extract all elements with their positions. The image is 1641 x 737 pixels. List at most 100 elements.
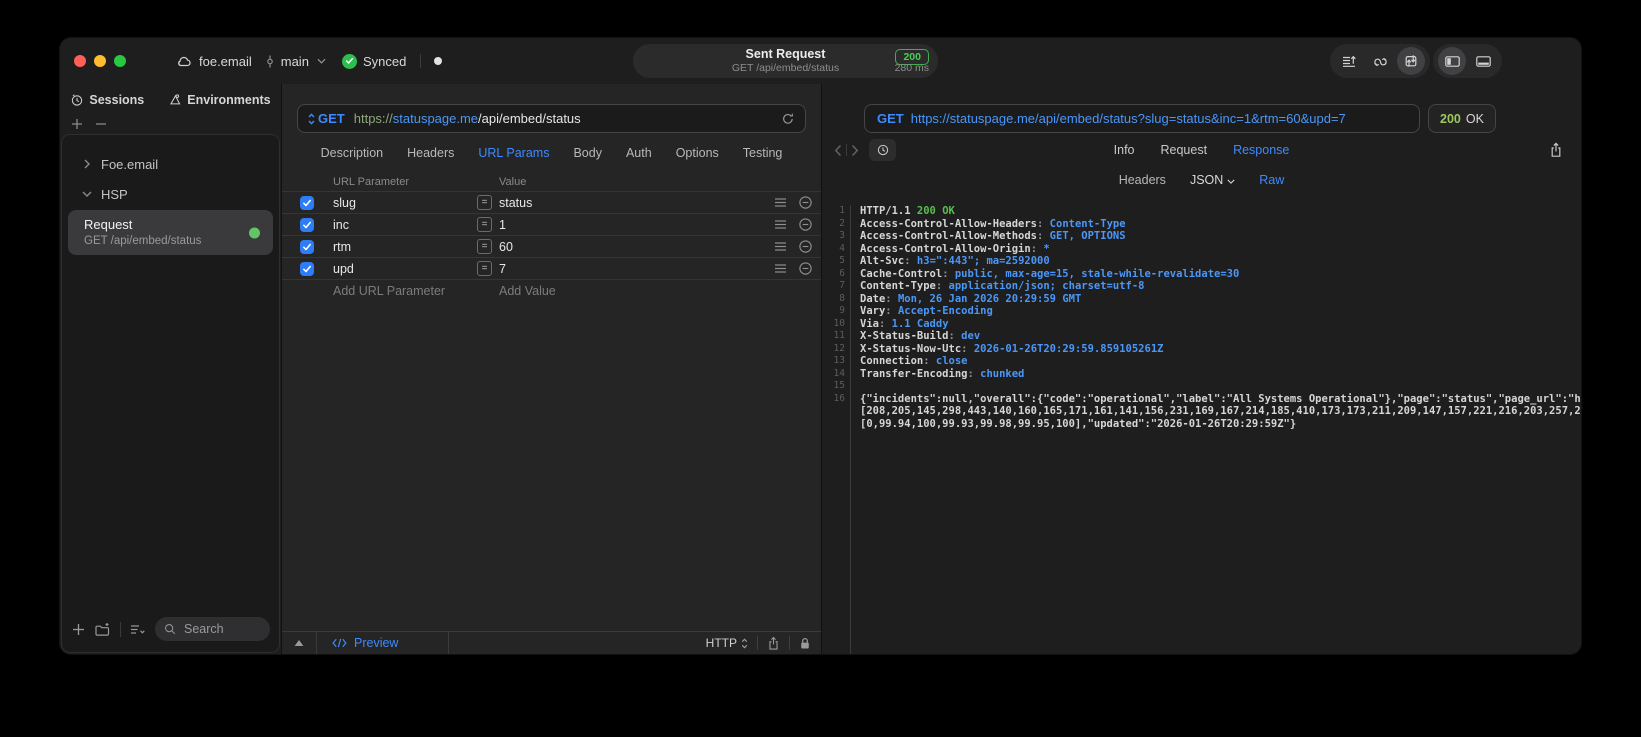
remove-session-icon[interactable] [95,118,107,130]
param-checkbox-checked[interactable] [300,217,314,232]
request-order-icon[interactable] [1335,47,1363,75]
tab-sessions[interactable]: Sessions [70,93,144,107]
param-checkbox-checked[interactable] [300,239,314,254]
add-session-icon[interactable] [71,118,83,130]
sort-list-icon[interactable] [130,623,146,636]
drag-handle-icon[interactable] [774,197,787,208]
param-value[interactable]: status [499,196,761,210]
response-status-badge: 200 OK [1428,104,1496,133]
tab-info[interactable]: Info [1114,143,1135,157]
sidebar-search[interactable] [155,617,270,641]
tab-environments[interactable]: Environments [168,93,271,107]
line-number-empty [822,430,851,654]
sync-status-label: Synced [362,53,407,69]
view-tab-raw[interactable]: Raw [1259,173,1284,187]
param-value[interactable]: 7 [499,262,761,276]
toggle-bottom-panel-icon[interactable] [1469,47,1497,75]
titlebar-icon-group-left [1330,44,1430,78]
preview-toggle[interactable]: Preview [332,636,398,650]
drag-handle-icon[interactable] [774,219,787,230]
raw-line: 3 Access-Control-Allow-Methods: GET, OPTI… [822,230,1581,243]
tab-request[interactable]: Request [1161,143,1208,157]
tab-testing[interactable]: Testing [743,146,783,160]
line-content: Connection: close [860,355,968,367]
export-response-icon[interactable] [1549,142,1563,158]
sync-status[interactable]: Synced [341,53,407,69]
line-number: 7 [822,280,851,293]
drag-handle-icon[interactable] [774,241,787,252]
response-pane: GET https://statuspage.me/api/embed/stat… [822,84,1581,654]
toggle-left-sidebar-icon[interactable] [1438,47,1466,75]
tab-auth[interactable]: Auth [626,146,652,160]
param-checkbox-checked[interactable] [300,261,314,276]
tree-item-hsp[interactable]: HSP [62,179,279,209]
view-tab-label: Raw [1259,173,1285,187]
add-request-icon[interactable] [72,623,85,636]
method-selector[interactable]: GET [308,111,345,126]
line-content: X-Status-Build: dev [860,330,981,342]
project-selector[interactable]: foe.email [176,54,252,69]
add-param-value-placeholder[interactable]: Add Value [499,284,761,298]
equals-icon: = [477,261,492,276]
sidebar-actions [60,116,281,132]
param-name[interactable]: slug [333,196,477,210]
back-icon[interactable] [834,144,842,157]
param-row: upd = 7 [282,257,821,279]
param-name[interactable]: rtm [333,240,477,254]
branch-selector[interactable]: main [265,54,326,69]
add-param-name-placeholder[interactable]: Add URL Parameter [333,284,477,298]
tree-item-foe-email[interactable]: Foe.email [62,149,279,179]
param-name[interactable]: inc [333,218,477,232]
tab-headers[interactable]: Headers [407,146,454,160]
resend-request-icon[interactable] [781,111,795,126]
new-folder-icon[interactable] [94,622,111,637]
add-param-row[interactable]: Add URL Parameter Add Value [282,279,821,301]
desktop-background: foe.email main Synced Sent Request GET /… [0,0,1641,737]
tab-body[interactable]: Body [573,146,602,160]
forward-icon[interactable] [851,144,859,157]
tab-options[interactable]: Options [676,146,719,160]
minimize-window-button[interactable] [94,55,106,67]
request-url-bar[interactable]: GET https://statuspage.me/api/embed/stat… [297,104,806,133]
raw-line: 2 Access-Control-Allow-Headers: Content-T… [822,217,1581,230]
line-content: Access-Control-Allow-Origin: * [860,242,1050,255]
branch-name: main [280,53,309,69]
param-name[interactable]: upd [333,262,477,276]
param-value[interactable]: 60 [499,240,761,254]
request-list-item-selected[interactable]: Request GET /api/embed/status [68,210,273,255]
param-checkbox-checked[interactable] [300,195,314,210]
share-icon[interactable] [767,636,780,651]
remove-param-button[interactable] [798,217,813,232]
param-value[interactable]: 1 [499,218,761,232]
lock-icon[interactable] [799,636,811,651]
view-tab-headers[interactable]: Headers [1119,173,1166,187]
close-window-button[interactable] [74,55,86,67]
response-url-bar[interactable]: GET https://statuspage.me/api/embed/stat… [864,104,1420,133]
zoom-window-button[interactable] [114,55,126,67]
gutter-filler [822,430,1581,654]
line-number: 3 [822,230,851,243]
line-number: 5 [822,255,851,268]
history-clock-icon[interactable] [869,139,896,161]
request-url[interactable]: https://statuspage.me/api/embed/status [354,111,581,126]
raw-response[interactable]: 1 HTTP/1.1 200 OK 2 Access-Control-Allow-He… [822,205,1581,654]
remove-param-button[interactable] [798,239,813,254]
method-stepper-icon [308,112,315,125]
raw-line: 8 Date: Mon, 26 Jan 2026 20:29:59 GMT [822,292,1581,305]
expand-panel-button[interactable] [282,632,317,654]
remove-param-button[interactable] [798,261,813,276]
search-input[interactable] [182,621,261,637]
remove-param-button[interactable] [798,195,813,210]
view-tab-json[interactable]: JSON [1190,173,1235,187]
cloud-icon [176,54,193,68]
protocol-selector[interactable]: HTTP [706,636,748,650]
line-content: Access-Control-Allow-Methods: GET, OPTIO… [860,230,1126,242]
sync-loop-icon[interactable] [1366,47,1394,75]
tab-description[interactable]: Description [321,146,384,160]
protocol-label: HTTP [705,636,737,650]
tab-response[interactable]: Response [1233,143,1289,157]
sent-request-summary[interactable]: Sent Request GET /api/embed/status 200 2… [633,44,938,78]
tab-url-params[interactable]: URL Params [478,146,549,160]
drag-handle-icon[interactable] [774,263,787,274]
import-export-icon[interactable] [1397,47,1425,75]
